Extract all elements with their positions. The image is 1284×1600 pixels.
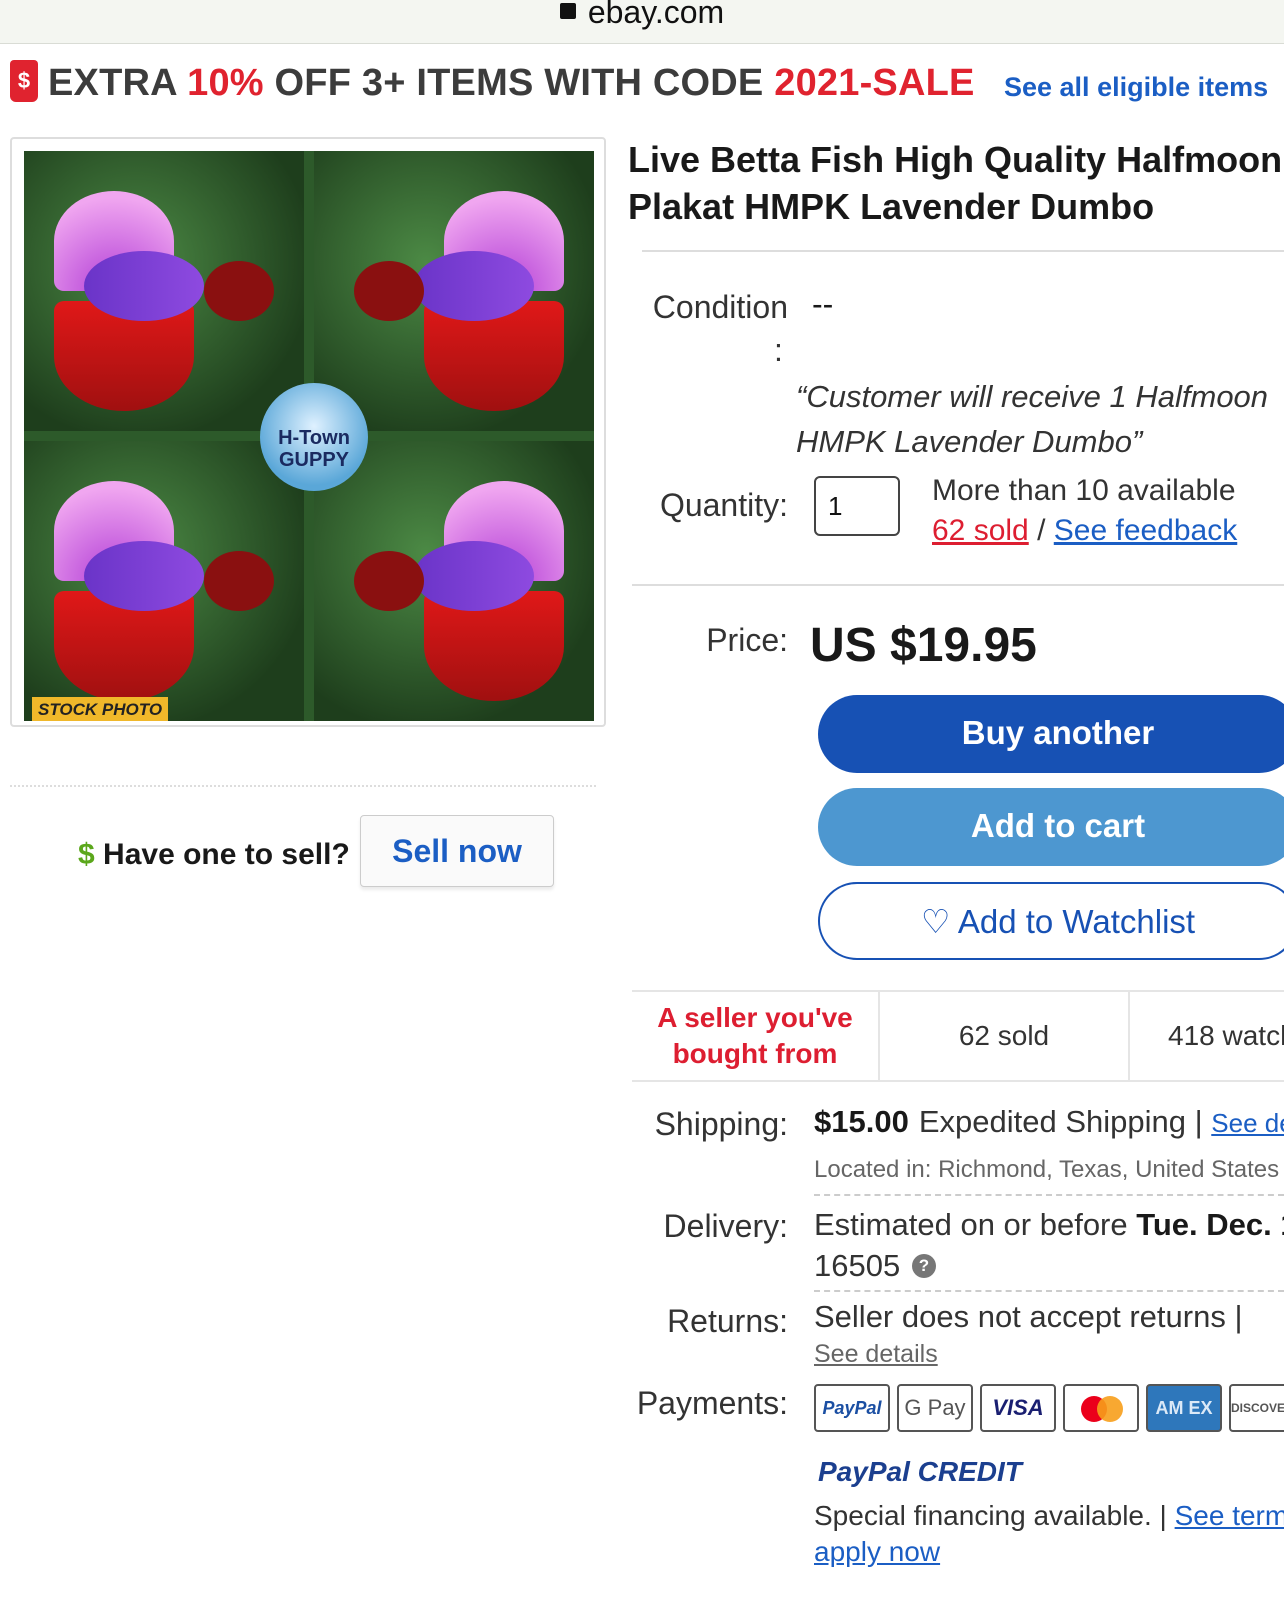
quantity-label: Quantity: — [659, 487, 788, 523]
watermark-logo: H-Town GUPPY — [260, 383, 368, 491]
payments-label: Payments: — [636, 1385, 788, 1421]
apply-now-link[interactable]: apply now — [814, 1536, 940, 1568]
see-eligible-items-link[interactable]: See all eligible items — [1004, 72, 1268, 103]
paypal-credit-logo: PayPal CREDIT — [818, 1456, 1022, 1487]
browser-url-bar[interactable]: ebay.com — [0, 0, 1284, 44]
amex-icon: AM EX — [1146, 1384, 1222, 1432]
delivery-label: Delivery: — [663, 1208, 788, 1244]
condition-label: Condition — [652, 289, 788, 325]
item-photo[interactable]: H-Town GUPPY STOCK PHOTO — [24, 151, 594, 721]
divider — [10, 785, 596, 787]
google-pay-icon: G Pay — [897, 1384, 973, 1432]
stock-photo-label: STOCK PHOTO — [32, 697, 168, 721]
promo-banner: $ EXTRA 10% OFF 3+ ITEMS WITH CODE 2021-… — [0, 56, 1284, 114]
heart-icon: ♡ — [920, 903, 951, 940]
price-tag-icon: $ — [10, 60, 38, 102]
delivery-zip: 16505 — [814, 1248, 901, 1283]
url-host: ebay.com — [0, 0, 1284, 31]
promo-code: 2021-SALE — [774, 62, 975, 104]
visa-icon: VISA — [980, 1384, 1056, 1432]
url-text: ebay.com — [587, 0, 725, 30]
lock-icon — [559, 2, 576, 19]
quantity-input[interactable]: 1 — [814, 476, 900, 536]
sold-count: 62 sold — [880, 992, 1130, 1080]
see-feedback-link[interactable]: See feedback — [1054, 514, 1237, 547]
returns-policy: Seller does not accept returns | — [814, 1299, 1243, 1334]
financing-text: Special financing available. | See terms — [814, 1500, 1284, 1532]
photo-panel — [314, 151, 594, 431]
dollar-icon: $ — [78, 838, 95, 871]
sold-count-link[interactable]: 62 sold — [932, 514, 1029, 547]
returns-label: Returns: — [667, 1303, 788, 1339]
promo-text: EXTRA 10% OFF 3+ ITEMS WITH CODE 2021-SA… — [48, 62, 975, 104]
condition-colon: : — [774, 332, 783, 368]
item-location: Located in: Richmond, Texas, United Stat… — [814, 1156, 1280, 1183]
condition-description: “Customer will receive 1 Halfmoon HMPK La… — [796, 379, 1269, 459]
sell-now-button[interactable]: Sell now — [360, 815, 554, 887]
shipping-label: Shipping: — [654, 1106, 788, 1142]
returns-details-link[interactable]: See details — [814, 1340, 938, 1369]
condition-value: -- — [812, 286, 834, 322]
discover-icon: DISCOVER — [1229, 1384, 1284, 1432]
help-icon[interactable]: ? — [912, 1254, 936, 1278]
watchers-count: 418 watchers — [1168, 1020, 1284, 1051]
have-one-to-sell: $ Have one to sell? — [78, 838, 350, 871]
divider — [814, 1290, 1284, 1292]
see-terms-link[interactable]: See terms — [1175, 1500, 1284, 1531]
availability-text: More than 10 available — [932, 474, 1236, 507]
buy-another-button[interactable]: Buy another — [818, 695, 1284, 773]
item-title: Live Betta Fish High Quality Halfmoon Pl… — [628, 139, 1283, 227]
add-to-cart-button[interactable]: Add to cart — [818, 788, 1284, 866]
delivery-estimate: Estimated on or before Tue. Dec. 1 — [814, 1207, 1284, 1242]
price-value: US $19.95 — [810, 619, 1037, 672]
divider — [642, 250, 1284, 252]
photo-panel — [24, 151, 304, 431]
add-to-watchlist-button[interactable]: ♡ Add to Watchlist — [818, 882, 1284, 960]
item-image-gallery[interactable]: H-Town GUPPY STOCK PHOTO — [10, 137, 606, 727]
photo-panel — [24, 441, 304, 721]
paypal-icon: PayPal — [814, 1384, 890, 1432]
photo-panel — [314, 441, 594, 721]
divider — [814, 1194, 1284, 1196]
shipping-details-link[interactable]: See details — [1211, 1108, 1284, 1138]
sold-feedback-line: 62 sold / See feedback — [932, 514, 1238, 547]
mastercard-icon — [1063, 1384, 1139, 1432]
price-label: Price: — [706, 622, 788, 658]
item-stats-bar: A seller you've bought from 62 sold 418 … — [632, 990, 1284, 1082]
shipping-info: $15.00Expedited Shipping | See details — [814, 1104, 1284, 1140]
shipping-cost: $15.00 — [814, 1104, 909, 1139]
seller-bought-from: A seller you've bought from — [632, 992, 880, 1080]
divider — [632, 584, 1284, 586]
